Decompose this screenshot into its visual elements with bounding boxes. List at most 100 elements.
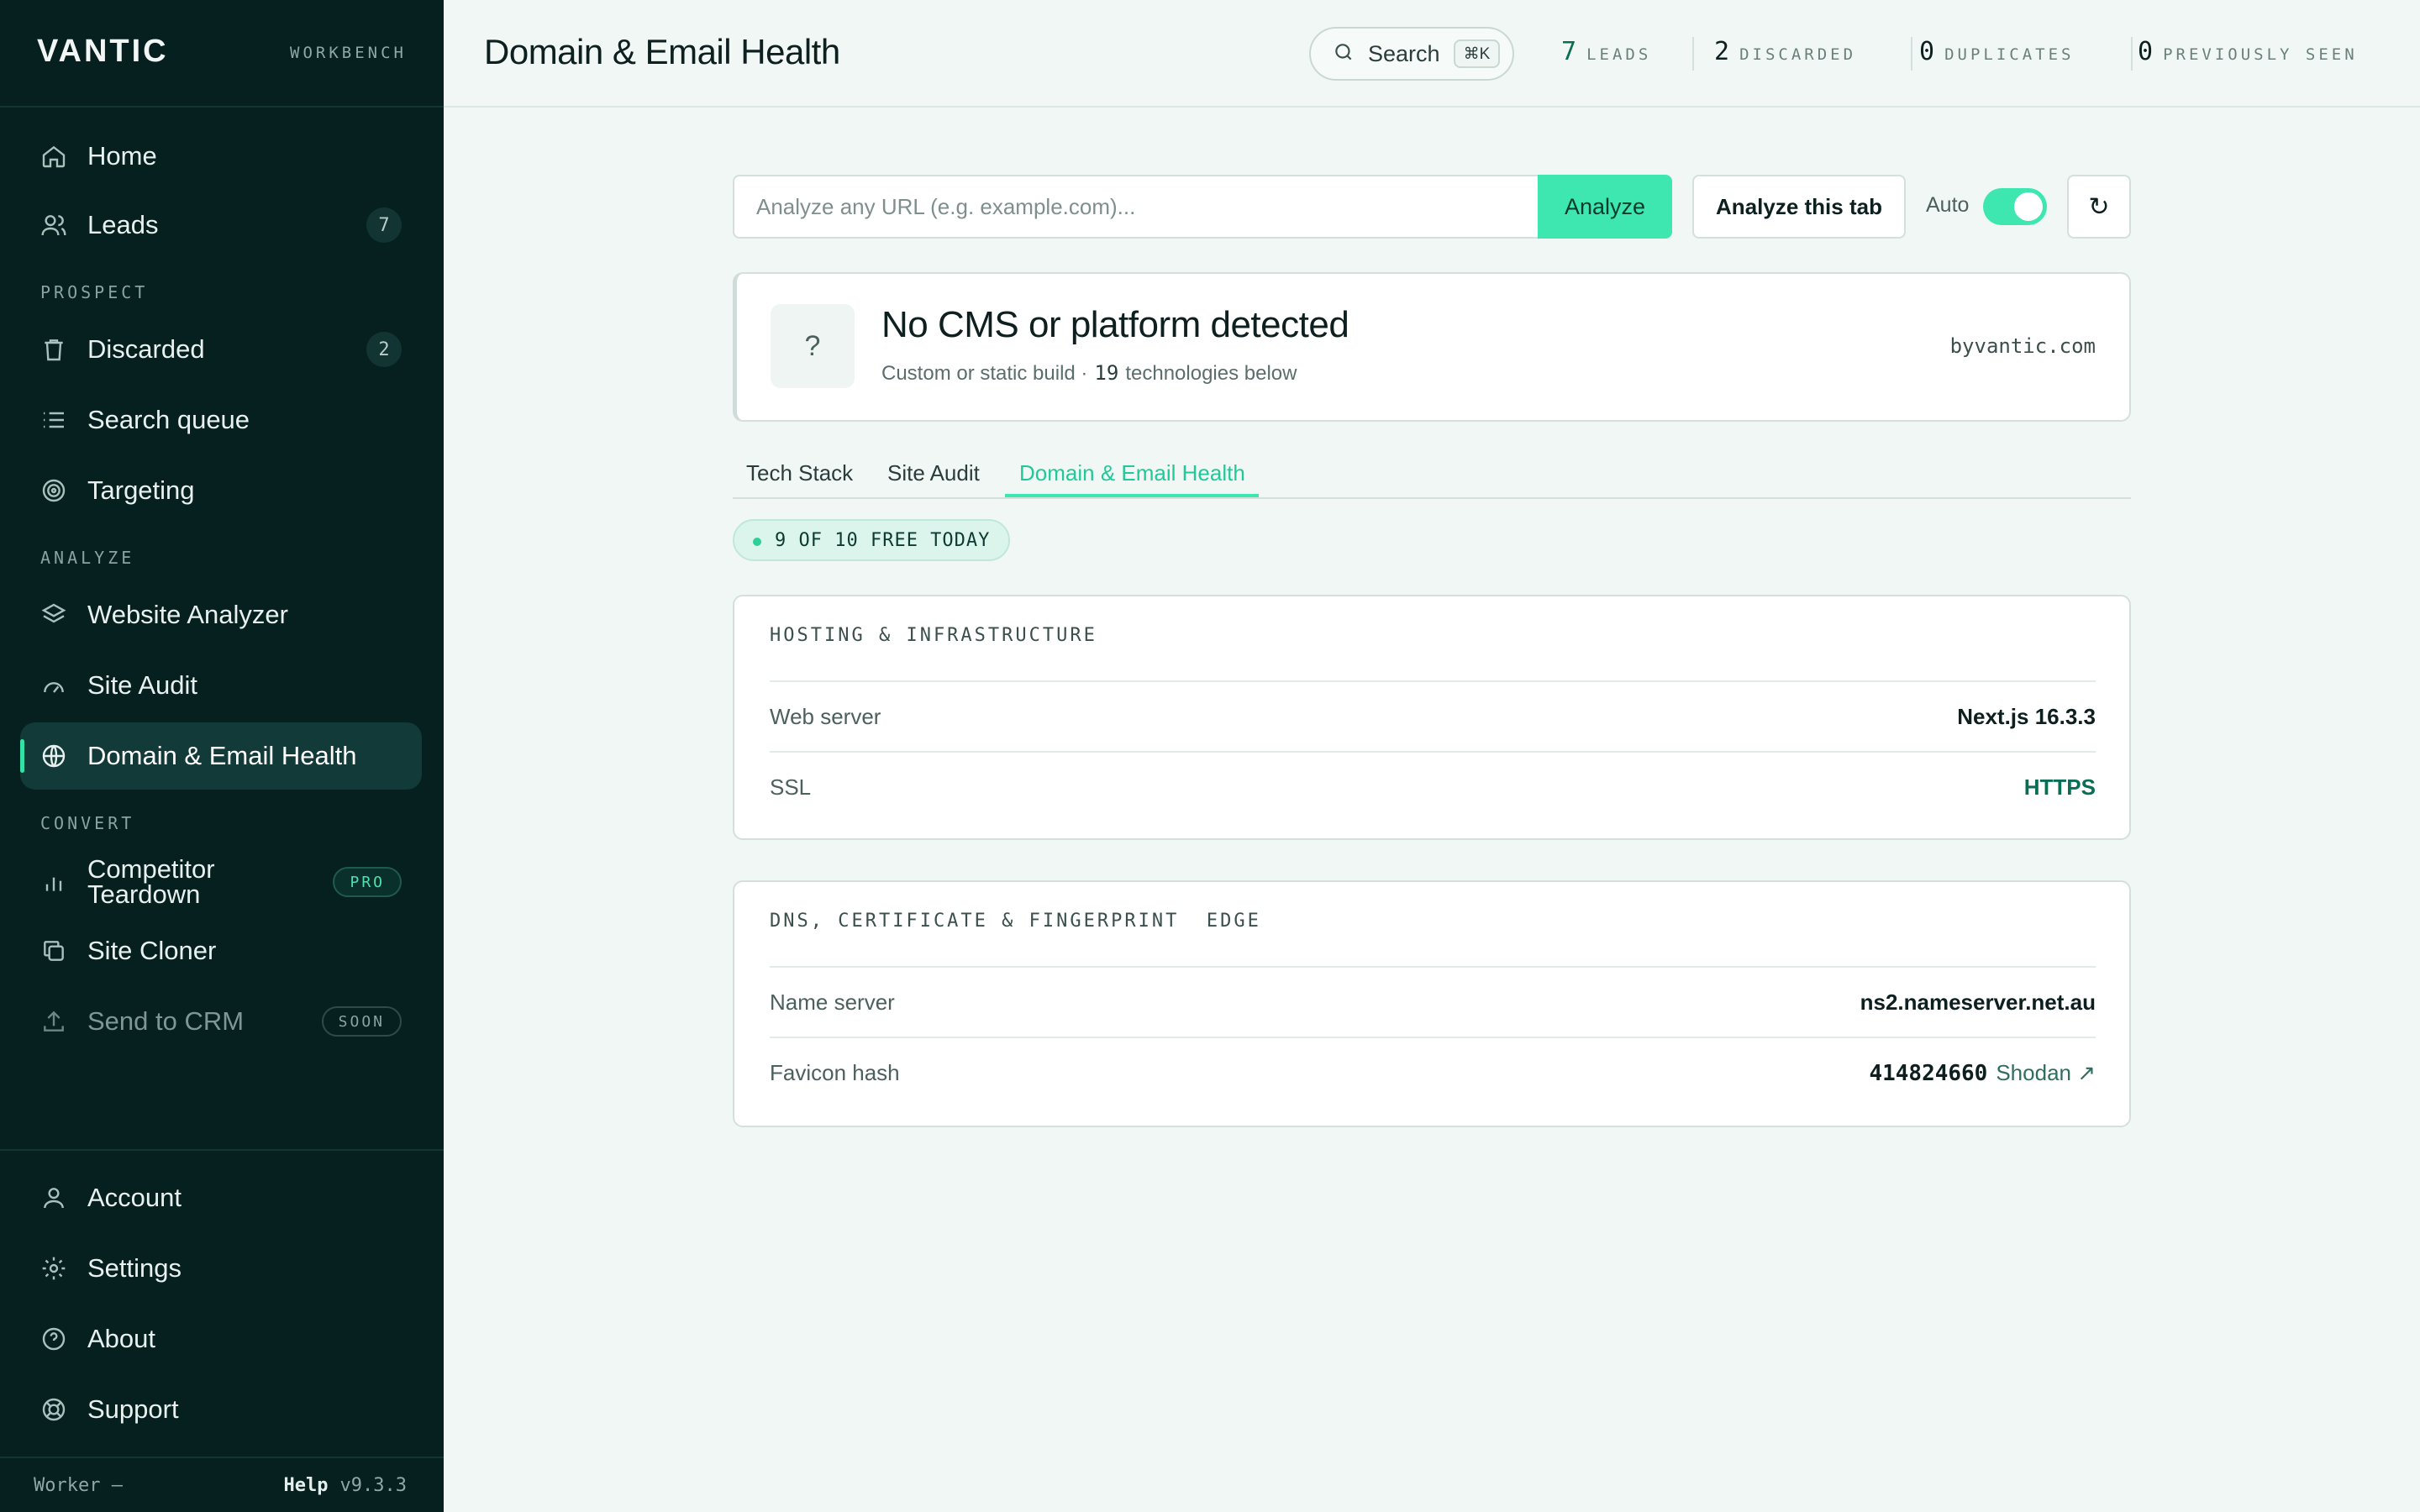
- row-value: 414824660 Shodan ↗: [1869, 1060, 2096, 1086]
- stat-label: PREVIOUSLY SEEN: [2163, 45, 2358, 64]
- page-title: Domain & Email Health: [484, 32, 840, 71]
- row-value: ns2.nameserver.net.au: [1860, 990, 2096, 1015]
- row-key: SSL: [770, 774, 812, 800]
- sidebar-item-label: Settings: [87, 1253, 182, 1283]
- sidebar-item-search-queue[interactable]: Search queue: [20, 386, 422, 454]
- row-key: Name server: [770, 990, 895, 1015]
- url-input[interactable]: Analyze any URL (e.g. example.com)...: [733, 175, 1539, 239]
- active-tab-underline: [1005, 494, 1259, 497]
- sidebar-item-site-cloner[interactable]: Site Cloner: [20, 917, 422, 984]
- stat-separator: [1692, 37, 1694, 71]
- tab-tech-stack[interactable]: Tech Stack: [746, 460, 853, 486]
- row-key: Favicon hash: [770, 1060, 900, 1085]
- active-indicator: [20, 739, 24, 773]
- sidebar-footer: Worker — Help v9.3.3: [0, 1457, 444, 1512]
- user-icon: [37, 1181, 71, 1215]
- tab-domain-email-health[interactable]: Domain & Email Health: [1019, 460, 1245, 486]
- sidebar-item-label: Send to CRM: [87, 1006, 245, 1036]
- help-circle-icon: [37, 1322, 71, 1356]
- refresh-button[interactable]: ↻: [2067, 175, 2131, 239]
- stat-number: 7: [1561, 37, 1577, 66]
- stat-duplicates: 0 DUPLICATES: [1919, 37, 2074, 66]
- bar-chart-icon: [37, 865, 71, 899]
- sidebar-item-label: Search queue: [87, 405, 250, 434]
- row-value: Next.js 16.3.3: [1957, 704, 2096, 729]
- pro-badge: PRO: [333, 867, 402, 897]
- sidebar-item-account[interactable]: Account: [20, 1164, 422, 1231]
- analyze-button[interactable]: Analyze: [1538, 175, 1672, 239]
- cms-subtitle-post: technologies below: [1125, 362, 1297, 385]
- toggle-knob: [2014, 192, 2043, 221]
- section-label-prospect: PROSPECT: [40, 282, 149, 302]
- question-icon: ?: [771, 304, 855, 388]
- card-title: HOSTING & INFRASTRUCTURE: [770, 625, 1097, 646]
- favicon-hash-value: 414824660: [1869, 1061, 1988, 1086]
- analyze-this-tab-button[interactable]: Analyze this tab: [1692, 175, 1906, 239]
- sidebar-item-label: About: [87, 1324, 156, 1353]
- sidebar-item-support[interactable]: Support: [20, 1376, 422, 1443]
- status-dot: [753, 538, 761, 546]
- help-version: Help v9.3.3: [284, 1475, 407, 1496]
- row-key: Web server: [770, 704, 881, 729]
- search-shortcut: ⌘K: [1453, 39, 1501, 68]
- stat-separator: [2131, 37, 2133, 71]
- stat-label: DUPLICATES: [1944, 45, 2075, 64]
- url-input-placeholder: Analyze any URL (e.g. example.com)...: [756, 193, 1136, 219]
- sidebar-item-label: Website Analyzer: [87, 600, 288, 629]
- section-label-convert: CONVERT: [40, 813, 135, 833]
- info-row-favicon-hash: Favicon hash 414824660 Shodan ↗: [770, 1037, 2096, 1107]
- sidebar-item-send-to-crm: Send to CRM SOON: [20, 988, 422, 1055]
- cms-detection-card: ? No CMS or platform detected Custom or …: [733, 272, 2131, 422]
- logo[interactable]: VANTIC: [37, 34, 169, 70]
- sidebar-item-site-audit[interactable]: Site Audit: [20, 652, 422, 719]
- sidebar-item-home[interactable]: Home: [20, 123, 422, 190]
- sidebar-item-targeting[interactable]: Targeting: [20, 457, 422, 524]
- sidebar-item-label: Site Audit: [87, 670, 197, 700]
- sidebar-item-label: Competitor Teardown: [87, 856, 215, 907]
- search-button[interactable]: Search ⌘K: [1309, 27, 1514, 81]
- quota-label: 9 OF 10 FREE TODAY: [775, 529, 991, 551]
- stat-number: 2: [1714, 37, 1730, 66]
- stat-previously-seen: 0 PREVIOUSLY SEEN: [2138, 37, 2358, 66]
- sidebar: VANTIC WORKBENCH Home Leads 7 PROSPECT D…: [0, 0, 444, 1512]
- search-icon: [1333, 41, 1355, 67]
- home-icon: [37, 139, 71, 173]
- sidebar-item-label: Targeting: [87, 475, 195, 505]
- leads-count-badge: 7: [366, 207, 402, 243]
- sidebar-item-label: Site Cloner: [87, 936, 217, 965]
- card-title: DNS, CERTIFICATE & FINGERPRINT EDGE: [770, 911, 1261, 932]
- top-bar: Domain & Email Health Search ⌘K 7 LEADS …: [444, 0, 2420, 108]
- sidebar-item-website-analyzer[interactable]: Website Analyzer: [20, 581, 422, 648]
- copy-icon: [37, 934, 71, 968]
- trash-icon: [37, 333, 71, 366]
- brand-header: VANTIC WORKBENCH: [0, 0, 444, 108]
- stat-number: 0: [2138, 37, 2154, 66]
- tab-site-audit[interactable]: Site Audit: [887, 460, 980, 486]
- dns-card: DNS, CERTIFICATE & FINGERPRINT EDGE Name…: [733, 880, 2131, 1127]
- sidebar-item-settings[interactable]: Settings: [20, 1235, 422, 1302]
- workbench-tag: WORKBENCH: [290, 44, 407, 62]
- discarded-count-badge: 2: [366, 332, 402, 367]
- stat-separator: [1911, 37, 1912, 71]
- upload-icon: [37, 1005, 71, 1038]
- refresh-icon: ↻: [2088, 192, 2110, 221]
- users-icon: [37, 208, 71, 242]
- stat-discarded: 2 DISCARDED: [1714, 37, 1856, 66]
- sidebar-item-competitor-teardown[interactable]: Competitor Teardown PRO: [20, 847, 422, 917]
- stat-label: LEADS: [1586, 45, 1652, 64]
- target-icon: [37, 474, 71, 507]
- worker-status: Worker —: [34, 1475, 123, 1496]
- globe-icon: [37, 739, 71, 773]
- list-icon: [37, 403, 71, 437]
- auto-toggle[interactable]: [1983, 188, 2047, 225]
- sidebar-item-domain-email-health[interactable]: Domain & Email Health: [20, 722, 422, 790]
- layers-icon: [37, 598, 71, 632]
- free-quota-badge: 9 OF 10 FREE TODAY: [733, 519, 1011, 561]
- info-row-web-server: Web server Next.js 16.3.3: [770, 680, 2096, 751]
- help-link[interactable]: Help: [284, 1475, 329, 1496]
- sidebar-item-leads[interactable]: Leads 7: [20, 192, 422, 259]
- shodan-link[interactable]: Shodan ↗: [1996, 1060, 2096, 1085]
- sidebar-item-about[interactable]: About: [20, 1305, 422, 1373]
- sidebar-item-discarded[interactable]: Discarded 2: [20, 316, 422, 383]
- sidebar-item-label: Home: [87, 141, 157, 171]
